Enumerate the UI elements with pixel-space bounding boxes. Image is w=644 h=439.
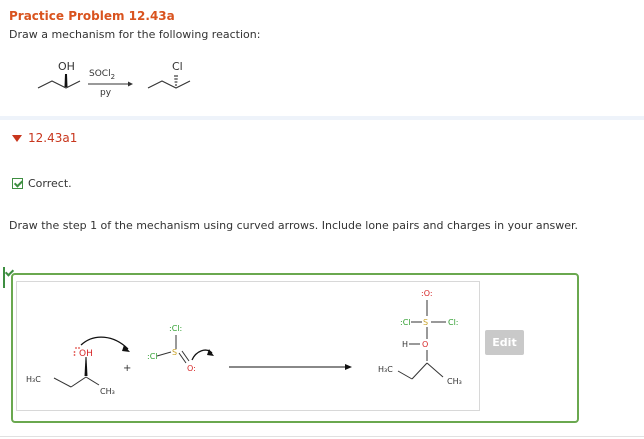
mechanism-arrowhead <box>345 364 352 370</box>
bond <box>53 377 72 388</box>
socl2-o: O: <box>187 364 196 373</box>
product-o: O <box>422 340 428 349</box>
status-text: Correct. <box>28 177 72 190</box>
question-text: Draw the step 1 of the mechanism using c… <box>9 219 579 232</box>
product-cl-right: Cl: <box>448 318 459 327</box>
socl2-cl-left: :Cl <box>147 352 158 361</box>
product-h3c: H₃C <box>378 365 393 374</box>
reaction-scheme: OH SOCl2 py Cl <box>37 60 191 98</box>
product-hash-bond <box>174 75 178 86</box>
reaction-arrowhead <box>128 81 133 87</box>
product-o-top: :O: <box>421 289 433 298</box>
reactant-oh-label: OH <box>58 60 75 73</box>
socl2-cl-top: :Cl: <box>169 324 182 333</box>
bond <box>156 351 172 357</box>
plus-sign: + <box>123 363 131 374</box>
product-ch3: CH₃ <box>447 377 462 386</box>
oh-label: OH <box>79 349 93 359</box>
edit-button[interactable]: Edit <box>485 330 524 355</box>
product-skeleton <box>147 80 191 89</box>
product-h: H <box>402 340 408 349</box>
bottom-divider <box>0 436 644 437</box>
reactant-skeleton <box>37 80 81 89</box>
problem-title: Practice Problem 12.43a <box>9 9 175 23</box>
section-title: 12.43a1 <box>28 131 78 145</box>
section-divider <box>0 116 644 120</box>
caret-down-icon <box>12 134 22 142</box>
reagent-bottom: py <box>100 88 112 98</box>
socl2-s: S <box>172 348 177 357</box>
bond <box>397 370 413 380</box>
status-correct: Correct. <box>12 177 72 190</box>
bond <box>426 362 444 378</box>
reactant-wedge-bond <box>64 74 68 87</box>
product-s: S <box>423 318 428 327</box>
check-icon <box>12 178 23 189</box>
problem-prompt: Draw a mechanism for the following react… <box>9 28 261 41</box>
mechanism-drawing: H₃C CH₃ OH + :Cl: :Cl S O: :O: :Cl S Cl:… <box>26 289 462 396</box>
curved-arrowhead-1 <box>122 345 130 352</box>
product-cl-label: Cl <box>172 60 183 73</box>
product-cl-left: :Cl <box>400 318 411 327</box>
bond <box>70 376 87 388</box>
answer-check-icon <box>3 267 5 288</box>
section-toggle[interactable]: 12.43a1 <box>12 131 77 145</box>
wedge-bond <box>84 357 88 376</box>
bond <box>411 362 428 380</box>
h3c-label: H₃C <box>26 375 41 384</box>
curved-arrow-1 <box>80 336 129 350</box>
reagent-top: SOCl2 <box>89 69 115 81</box>
ch3-label: CH₃ <box>100 387 115 396</box>
bond <box>85 376 100 386</box>
